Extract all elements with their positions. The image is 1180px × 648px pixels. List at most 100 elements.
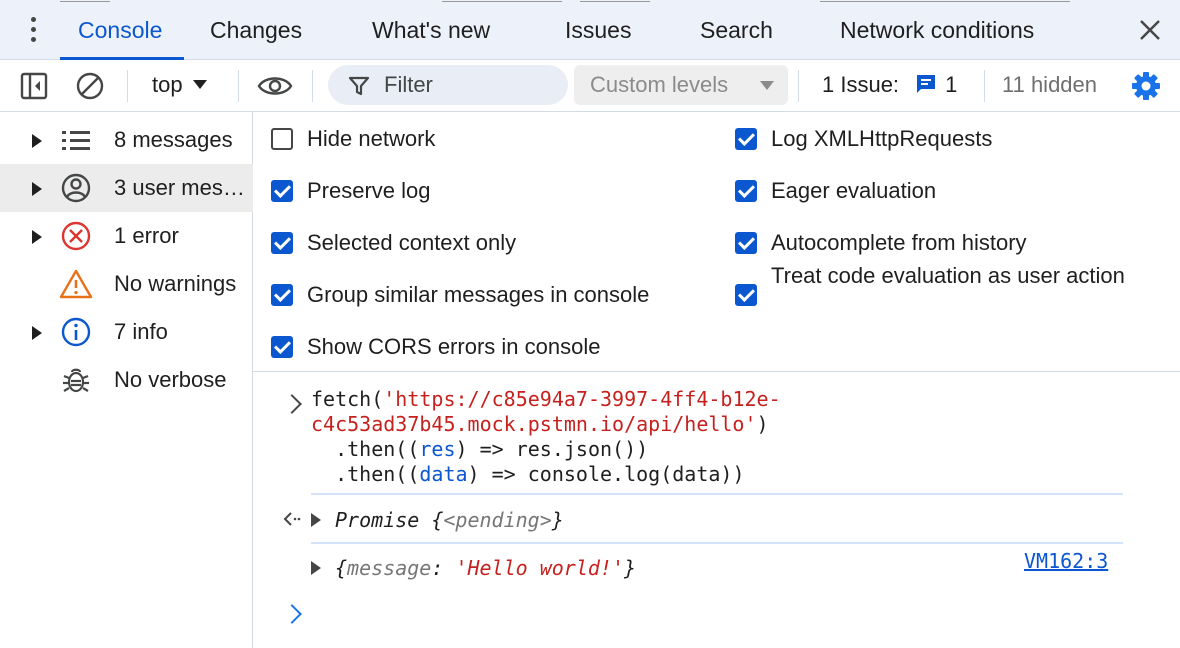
code-param-res: res xyxy=(419,437,456,461)
preserve-log-checkbox[interactable] xyxy=(271,180,293,202)
brace: } xyxy=(624,556,637,580)
console-settings-gear-icon[interactable] xyxy=(1130,70,1162,102)
tab-network-conditions[interactable]: Network conditions xyxy=(840,0,1034,58)
sidebar-item-label: 7 info xyxy=(114,319,168,344)
toolbar-divider xyxy=(312,70,313,102)
toolbar-divider xyxy=(127,70,128,102)
sidebar-item-label: No warnings xyxy=(114,271,237,296)
colon: : xyxy=(431,556,456,580)
sidebar-item-label: 3 user messages xyxy=(114,175,251,200)
autocomplete-history-checkbox[interactable] xyxy=(735,232,757,254)
sidebar-item-messages[interactable]: 8 messages xyxy=(0,116,253,164)
clear-console-icon[interactable] xyxy=(74,70,106,102)
sidebar-item-user-messages[interactable]: 3 user messages xyxy=(0,164,253,212)
user-icon xyxy=(61,173,91,203)
code-url-string: 'https://c85e94a7-3997-4ff4-b12e- xyxy=(383,387,781,411)
code-then-body: ) => res.json()) xyxy=(455,437,649,461)
issue-message-icon xyxy=(917,75,936,94)
console-input-code: fetch('https://c85e94a7-3997-4ff4-b12e- … xyxy=(311,387,781,487)
brace: } xyxy=(551,508,564,532)
toolbar-divider xyxy=(238,70,239,102)
issues-label: 1 Issue: xyxy=(822,72,900,97)
sidebar-item-info[interactable]: 7 info xyxy=(0,308,253,356)
log-xhr-checkbox[interactable] xyxy=(735,128,757,150)
object-value: 'Hello world!' xyxy=(455,556,625,580)
tab-search[interactable]: Search xyxy=(700,0,773,58)
sidebar-item-verbose[interactable]: No verbose xyxy=(0,356,253,404)
close-drawer-icon[interactable] xyxy=(1136,16,1164,44)
filter-icon xyxy=(348,76,370,96)
error-icon xyxy=(61,221,91,251)
promise-result[interactable]: Promise {<pending>} xyxy=(311,500,564,540)
tab-whats-new[interactable]: What's new xyxy=(372,0,490,58)
log-levels-label: Custom levels xyxy=(590,72,729,97)
warning-icon xyxy=(59,269,93,299)
expand-arrow-icon[interactable] xyxy=(32,326,42,340)
filter-placeholder: Filter xyxy=(384,72,433,97)
toolbar-divider xyxy=(984,70,985,102)
expand-arrow-icon[interactable] xyxy=(311,560,321,575)
option-label: Eager evaluation xyxy=(771,178,937,203)
context-value: top xyxy=(152,72,183,97)
selected-context-checkbox[interactable] xyxy=(271,232,293,254)
result-arrow-icon xyxy=(283,512,301,526)
option-label: Show CORS errors in console xyxy=(307,334,601,359)
sidebar-item-label: 8 messages xyxy=(114,127,233,152)
promise-state: <pending> xyxy=(443,508,552,532)
console-settings-panel: Hide network Preserve log Selected conte… xyxy=(253,112,1180,372)
option-label: Preserve log xyxy=(307,178,431,203)
eager-evaluation-checkbox[interactable] xyxy=(735,180,757,202)
expand-arrow-icon[interactable] xyxy=(311,512,321,527)
expand-arrow-icon[interactable] xyxy=(32,230,42,244)
option-label: Autocomplete from history xyxy=(771,230,1027,255)
sidebar-item-errors[interactable]: 1 error xyxy=(0,212,253,260)
expand-arrow-icon[interactable] xyxy=(32,182,42,196)
sidebar-item-label: No verbose xyxy=(114,367,227,392)
treat-eval-checkbox[interactable] xyxy=(735,284,757,306)
log-object-result[interactable]: {message: 'Hello world!'} xyxy=(311,548,636,588)
live-expression-eye-icon[interactable] xyxy=(256,70,294,102)
log-levels-dropdown[interactable]: Custom levels xyxy=(574,65,788,105)
tab-console[interactable]: Console xyxy=(59,0,185,60)
hide-network-checkbox[interactable] xyxy=(271,128,293,150)
option-label: Log XMLHttpRequests xyxy=(771,126,993,151)
info-icon xyxy=(61,317,91,347)
prompt-chevron-icon[interactable] xyxy=(282,604,302,624)
input-chevron-icon xyxy=(282,394,302,414)
list-icon xyxy=(62,131,90,150)
tab-issues[interactable]: Issues xyxy=(565,0,631,58)
option-label: Treat code evaluation as user action xyxy=(771,263,1125,288)
chevron-down-icon xyxy=(760,81,774,90)
hidden-messages-count: 11 hidden xyxy=(1002,72,1098,97)
option-label: Hide network xyxy=(307,126,436,151)
code-then: .then(( xyxy=(311,462,420,486)
console-sidebar: 8 messages 3 user messages 1 error No wa… xyxy=(0,112,253,648)
source-location-link[interactable]: VM162:3 xyxy=(1024,549,1108,573)
console-toolbar: top Filter Custom levels 1 Issue: 1 11 h… xyxy=(0,60,1180,112)
javascript-context-select[interactable]: top xyxy=(152,60,207,112)
issues-count: 1 xyxy=(945,72,958,97)
code-then: .then(( xyxy=(311,437,420,461)
expand-arrow-icon[interactable] xyxy=(32,134,42,148)
object-key: message xyxy=(347,556,432,580)
code-fetch: fetch( xyxy=(311,387,384,411)
code-url-string-cont: c4c53ad37b45.mock.pstmn.io/api/hello' xyxy=(311,412,757,436)
option-label: Selected context only xyxy=(307,230,517,255)
group-similar-checkbox[interactable] xyxy=(271,284,293,306)
toolbar-divider xyxy=(798,70,799,102)
tab-changes[interactable]: Changes xyxy=(210,0,302,58)
console-messages: fetch('https://c85e94a7-3997-4ff4-b12e- … xyxy=(253,373,1180,648)
brace: { xyxy=(419,508,444,532)
sidebar-item-warnings[interactable]: No warnings xyxy=(0,260,253,308)
option-label: Group similar messages in console xyxy=(307,282,650,307)
devtools-tabbar: Console Changes What's new Issues Search… xyxy=(0,0,1180,60)
code-then-body: ) => console.log(data)) xyxy=(467,462,745,486)
more-tabs-menu-icon[interactable] xyxy=(24,16,44,44)
filter-input[interactable]: Filter xyxy=(328,65,568,105)
message-divider xyxy=(311,542,1123,544)
chevron-down-icon xyxy=(192,79,207,89)
sidebar-toggle-icon[interactable] xyxy=(18,70,50,102)
show-cors-checkbox[interactable] xyxy=(271,336,293,358)
issues-counter[interactable]: 1 Issue: 1 xyxy=(822,60,957,110)
bug-icon xyxy=(63,368,89,393)
